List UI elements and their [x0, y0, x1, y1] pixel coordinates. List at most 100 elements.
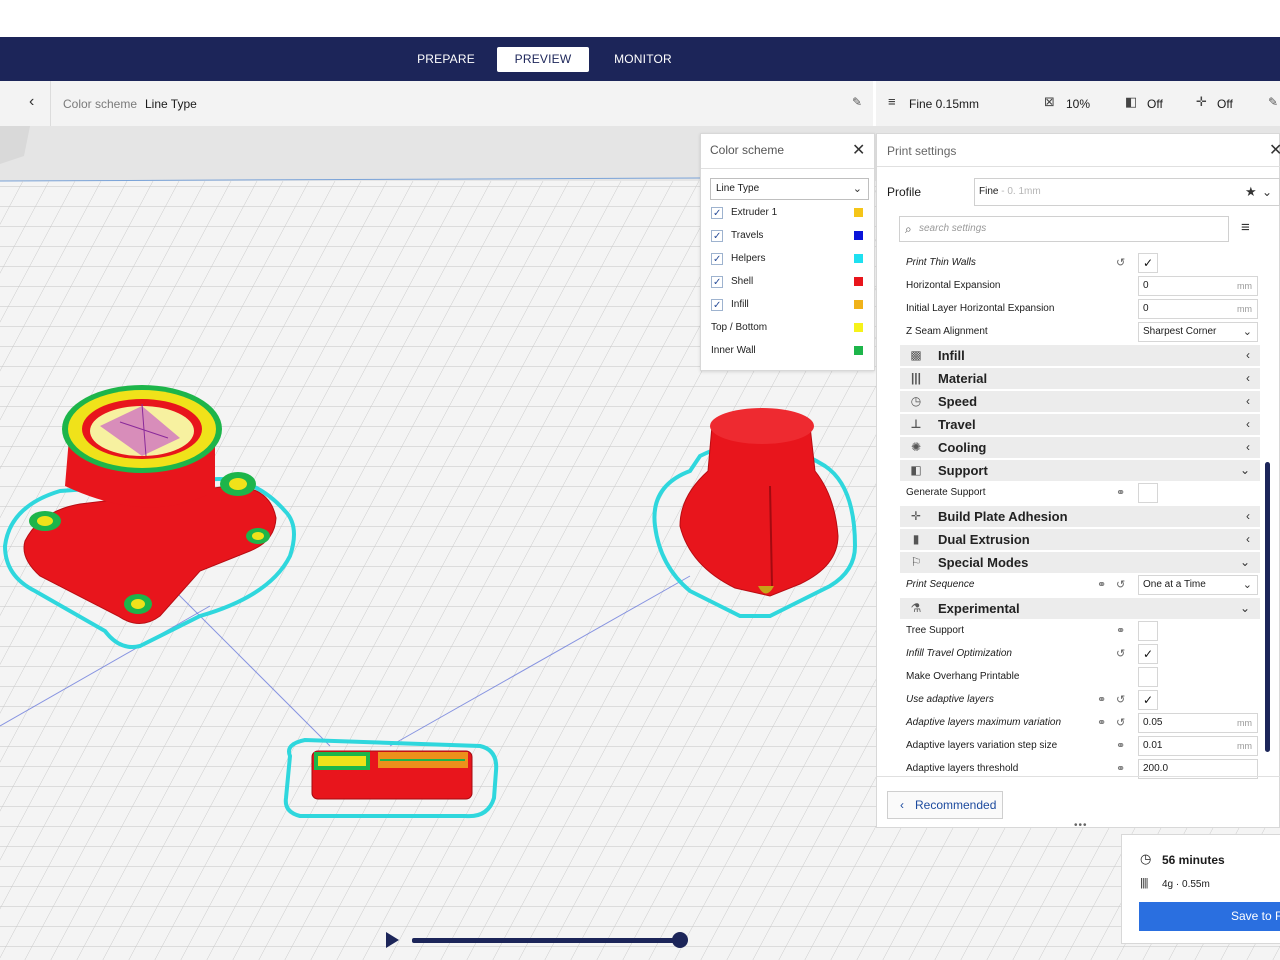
- back-chevron-icon[interactable]: ‹: [29, 94, 34, 110]
- reset-icon[interactable]: ↺: [1116, 712, 1125, 734]
- infill-icon: ▩: [910, 348, 922, 362]
- color-scheme-value[interactable]: Line Type: [145, 97, 197, 111]
- category-experimental[interactable]: ⚗ Experimental ⌄: [900, 598, 1260, 619]
- checkbox[interactable]: [711, 228, 723, 246]
- color-scheme-item[interactable]: Top / Bottom: [711, 319, 866, 337]
- setting-checkbox[interactable]: [1138, 621, 1158, 641]
- setting-checkbox[interactable]: ✓: [1138, 253, 1158, 273]
- reset-icon[interactable]: ↺: [1116, 574, 1125, 596]
- link-icon[interactable]: ⚭: [1097, 689, 1106, 711]
- link-icon[interactable]: ⚭: [1116, 482, 1125, 504]
- profile-quality: Fine 0.15mm: [909, 97, 980, 111]
- setting-input[interactable]: 0 mm: [1138, 299, 1258, 319]
- profile-select[interactable]: Fine - 0. 1mm ★ ⌄: [974, 178, 1280, 206]
- special-modes-icon: ⚐: [910, 555, 922, 569]
- pencil-icon[interactable]: ✎: [1268, 95, 1278, 109]
- setting-label: Adaptive layers variation step size: [906, 740, 1058, 751]
- color-swatch: [854, 277, 863, 286]
- color-scheme-item[interactable]: Extruder 1: [711, 204, 866, 223]
- link-icon[interactable]: ⚭: [1097, 712, 1106, 734]
- search-settings-field[interactable]: ⌕ search settings: [899, 216, 1229, 242]
- setting-checkbox[interactable]: [1138, 667, 1158, 687]
- category-travel[interactable]: ⊥ Travel ‹: [900, 414, 1260, 435]
- color-swatch: [854, 208, 863, 217]
- setting-row: Make Overhang Printable: [900, 666, 1260, 688]
- slider-track[interactable]: [412, 938, 680, 943]
- color-scheme-item[interactable]: Shell: [711, 273, 866, 292]
- close-icon[interactable]: ✕: [1269, 140, 1280, 160]
- category-material[interactable]: ||| Material ‹: [900, 368, 1260, 389]
- settings-scrollbar[interactable]: [1265, 462, 1270, 752]
- recommended-button[interactable]: ‹ Recommended: [887, 791, 1003, 819]
- color-scheme-item-label: Extruder 1: [731, 207, 778, 218]
- color-scheme-dropdown[interactable]: Line Type ⌄: [710, 178, 869, 200]
- reset-icon[interactable]: ↺: [1116, 689, 1125, 711]
- setting-value: 0.05: [1143, 717, 1163, 728]
- checkbox[interactable]: [711, 274, 723, 292]
- chevron-down-icon: ⌄: [1239, 463, 1250, 477]
- reset-icon[interactable]: ↺: [1116, 252, 1125, 274]
- color-scheme-item[interactable]: Inner Wall: [711, 342, 866, 360]
- setting-row: Infill Travel Optimization ↺ ✓: [900, 643, 1260, 665]
- adhesion-icon: ✛: [1196, 94, 1207, 109]
- menu-icon[interactable]: ≡: [1241, 219, 1250, 236]
- star-icon[interactable]: ★: [1245, 179, 1257, 205]
- tab-monitor[interactable]: MONITOR: [606, 47, 680, 72]
- stage-nav-bar: PREPARE PREVIEW MONITOR: [0, 37, 1280, 81]
- color-scheme-item[interactable]: Infill: [711, 296, 866, 315]
- close-icon[interactable]: ✕: [852, 140, 865, 160]
- pencil-icon[interactable]: ✎: [852, 95, 862, 109]
- setting-row: Adaptive layers maximum variation ⚭ ↺ 0.05 m…: [900, 712, 1260, 734]
- category-label: Special Modes: [938, 555, 1029, 570]
- setting-input[interactable]: 0 mm: [1138, 276, 1258, 296]
- category-build-plate-adhesion[interactable]: ✛ Build Plate Adhesion ‹: [900, 506, 1260, 527]
- setting-input[interactable]: 0.01 mm: [1138, 736, 1258, 756]
- slider-handle[interactable]: [672, 932, 688, 948]
- setting-value: One at a Time: [1143, 579, 1206, 590]
- setting-label: Horizontal Expansion: [906, 280, 1001, 291]
- setting-value: 0: [1143, 303, 1149, 314]
- print-settings-panel: Print settings ✕ Profile Fine - 0. 1mm ★…: [876, 133, 1280, 831]
- link-icon[interactable]: ⚭: [1116, 735, 1125, 757]
- link-icon[interactable]: ⚭: [1116, 620, 1125, 642]
- travel-icon: ⊥: [910, 417, 922, 431]
- setting-label: Make Overhang Printable: [906, 671, 1020, 682]
- category-infill[interactable]: ▩ Infill ‹: [900, 345, 1260, 366]
- tab-preview[interactable]: PREVIEW: [497, 47, 589, 72]
- chevron-left-icon: ‹: [1246, 440, 1250, 454]
- print-setup-header[interactable]: ≡ Fine 0.15mm ⊠ 10% ◧ Off ✛ Off ✎: [876, 81, 1280, 127]
- save-to-file-button[interactable]: Save to F: [1139, 902, 1280, 931]
- color-scheme-item[interactable]: Travels: [711, 227, 866, 246]
- setting-row: Adaptive layers variation step size ⚭ 0.01…: [900, 735, 1260, 757]
- category-label: Build Plate Adhesion: [938, 509, 1068, 524]
- top-blank-area: [0, 0, 1280, 37]
- setting-checkbox[interactable]: ✓: [1138, 690, 1158, 710]
- drag-handle-icon[interactable]: •••: [1074, 820, 1088, 831]
- color-scheme-item[interactable]: Helpers: [711, 250, 866, 269]
- profile-hint: - 0. 1mm: [1001, 186, 1041, 197]
- category-label: Cooling: [938, 440, 987, 455]
- search-placeholder: search settings: [919, 223, 987, 234]
- setting-row: Initial Layer Horizontal Expansion 0 mm: [900, 298, 1260, 320]
- reset-icon[interactable]: ↺: [1116, 643, 1125, 665]
- chevron-down-icon: ⌄: [1262, 185, 1273, 199]
- color-scheme-item-label: Helpers: [731, 253, 766, 264]
- checkbox[interactable]: [711, 205, 723, 223]
- tab-prepare[interactable]: PREPARE: [410, 47, 482, 72]
- setting-row: Print Thin Walls ↺ ✓: [900, 252, 1260, 274]
- category-cooling[interactable]: ✺ Cooling ‹: [900, 437, 1260, 458]
- link-icon[interactable]: ⚭: [1097, 574, 1106, 596]
- setting-select[interactable]: Sharpest Corner ⌄: [1138, 322, 1258, 342]
- setting-checkbox[interactable]: ✓: [1138, 644, 1158, 664]
- category-support[interactable]: ◧ Support ⌄: [900, 460, 1260, 481]
- infill-value: 10%: [1066, 97, 1091, 111]
- checkbox[interactable]: [711, 251, 723, 269]
- checkbox[interactable]: [711, 297, 723, 315]
- setting-checkbox[interactable]: [1138, 483, 1158, 503]
- setting-select[interactable]: One at a Time ⌄: [1138, 575, 1258, 595]
- category-special-modes[interactable]: ⚐ Special Modes ⌄: [900, 552, 1260, 573]
- category-speed[interactable]: ◷ Speed ‹: [900, 391, 1260, 412]
- chevron-down-icon: ⌄: [852, 183, 862, 195]
- category-dual-extrusion[interactable]: ▮ Dual Extrusion ‹: [900, 529, 1260, 550]
- setting-input[interactable]: 0.05 mm: [1138, 713, 1258, 733]
